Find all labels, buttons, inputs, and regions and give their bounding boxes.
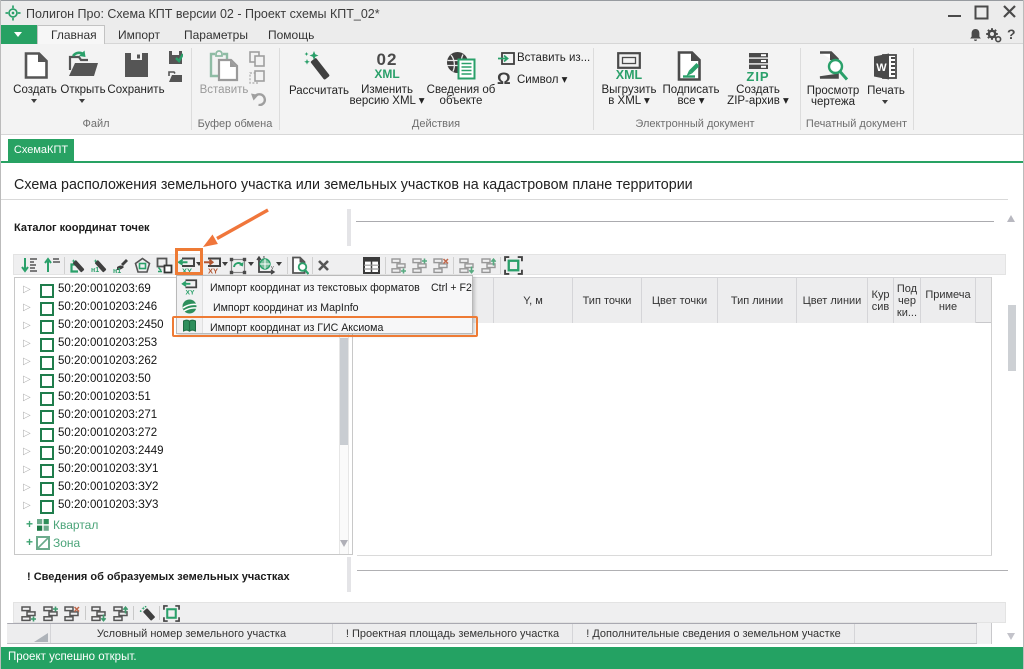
svg-text:y: y [271, 265, 274, 271]
svg-text:x: x [263, 256, 266, 261]
svg-text:W: W [876, 62, 887, 74]
svg-text:XY: XY [185, 290, 194, 295]
svg-text:н1: н1 [91, 267, 99, 274]
svg-text:XY: XY [208, 267, 218, 275]
svg-text:н1: н1 [113, 268, 121, 274]
